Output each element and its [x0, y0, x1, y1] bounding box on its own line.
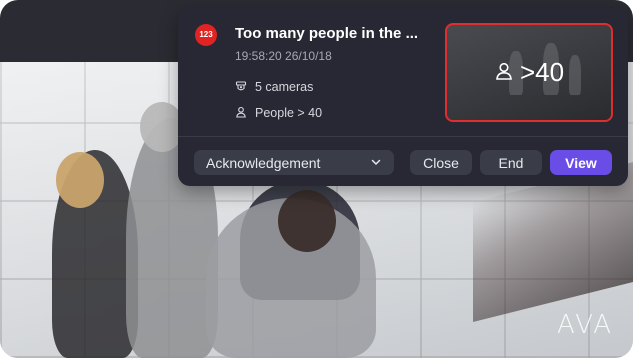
person-head [278, 190, 336, 252]
cameras-row: 5 cameras [235, 79, 313, 95]
condition-label: People > 40 [255, 106, 323, 120]
cameras-label: 5 cameras [255, 80, 314, 94]
thumbnail-count: >40 [447, 25, 611, 120]
alert-timestamp: 19:58:20 26/10/18 [235, 49, 332, 63]
person-icon [494, 57, 514, 88]
person-head [56, 152, 104, 208]
brand-watermark: AVA [556, 310, 613, 340]
railing [473, 162, 633, 322]
status-dropdown[interactable]: Acknowledgement [194, 150, 394, 175]
card-divider [178, 136, 628, 137]
status-dropdown-value: Acknowledgement [206, 154, 321, 171]
alert-notification-card: 123 Too many people in the ... 19:58:20 … [178, 8, 628, 186]
view-button[interactable]: View [550, 150, 612, 175]
app-frame: AVA 123 Too many people in the ... 19:58… [0, 0, 633, 358]
alert-title: Too many people in the ... [235, 25, 419, 42]
end-button[interactable]: End [480, 150, 542, 175]
alert-thumbnail[interactable]: >40 [445, 23, 613, 122]
camera-icon [235, 80, 247, 95]
close-button[interactable]: Close [410, 150, 472, 175]
thumbnail-count-value: >40 [519, 57, 565, 87]
alert-badge: 123 [195, 24, 217, 46]
condition-row: People > 40 [235, 105, 322, 121]
person-icon [235, 106, 247, 121]
chevron-down-icon [370, 155, 382, 171]
